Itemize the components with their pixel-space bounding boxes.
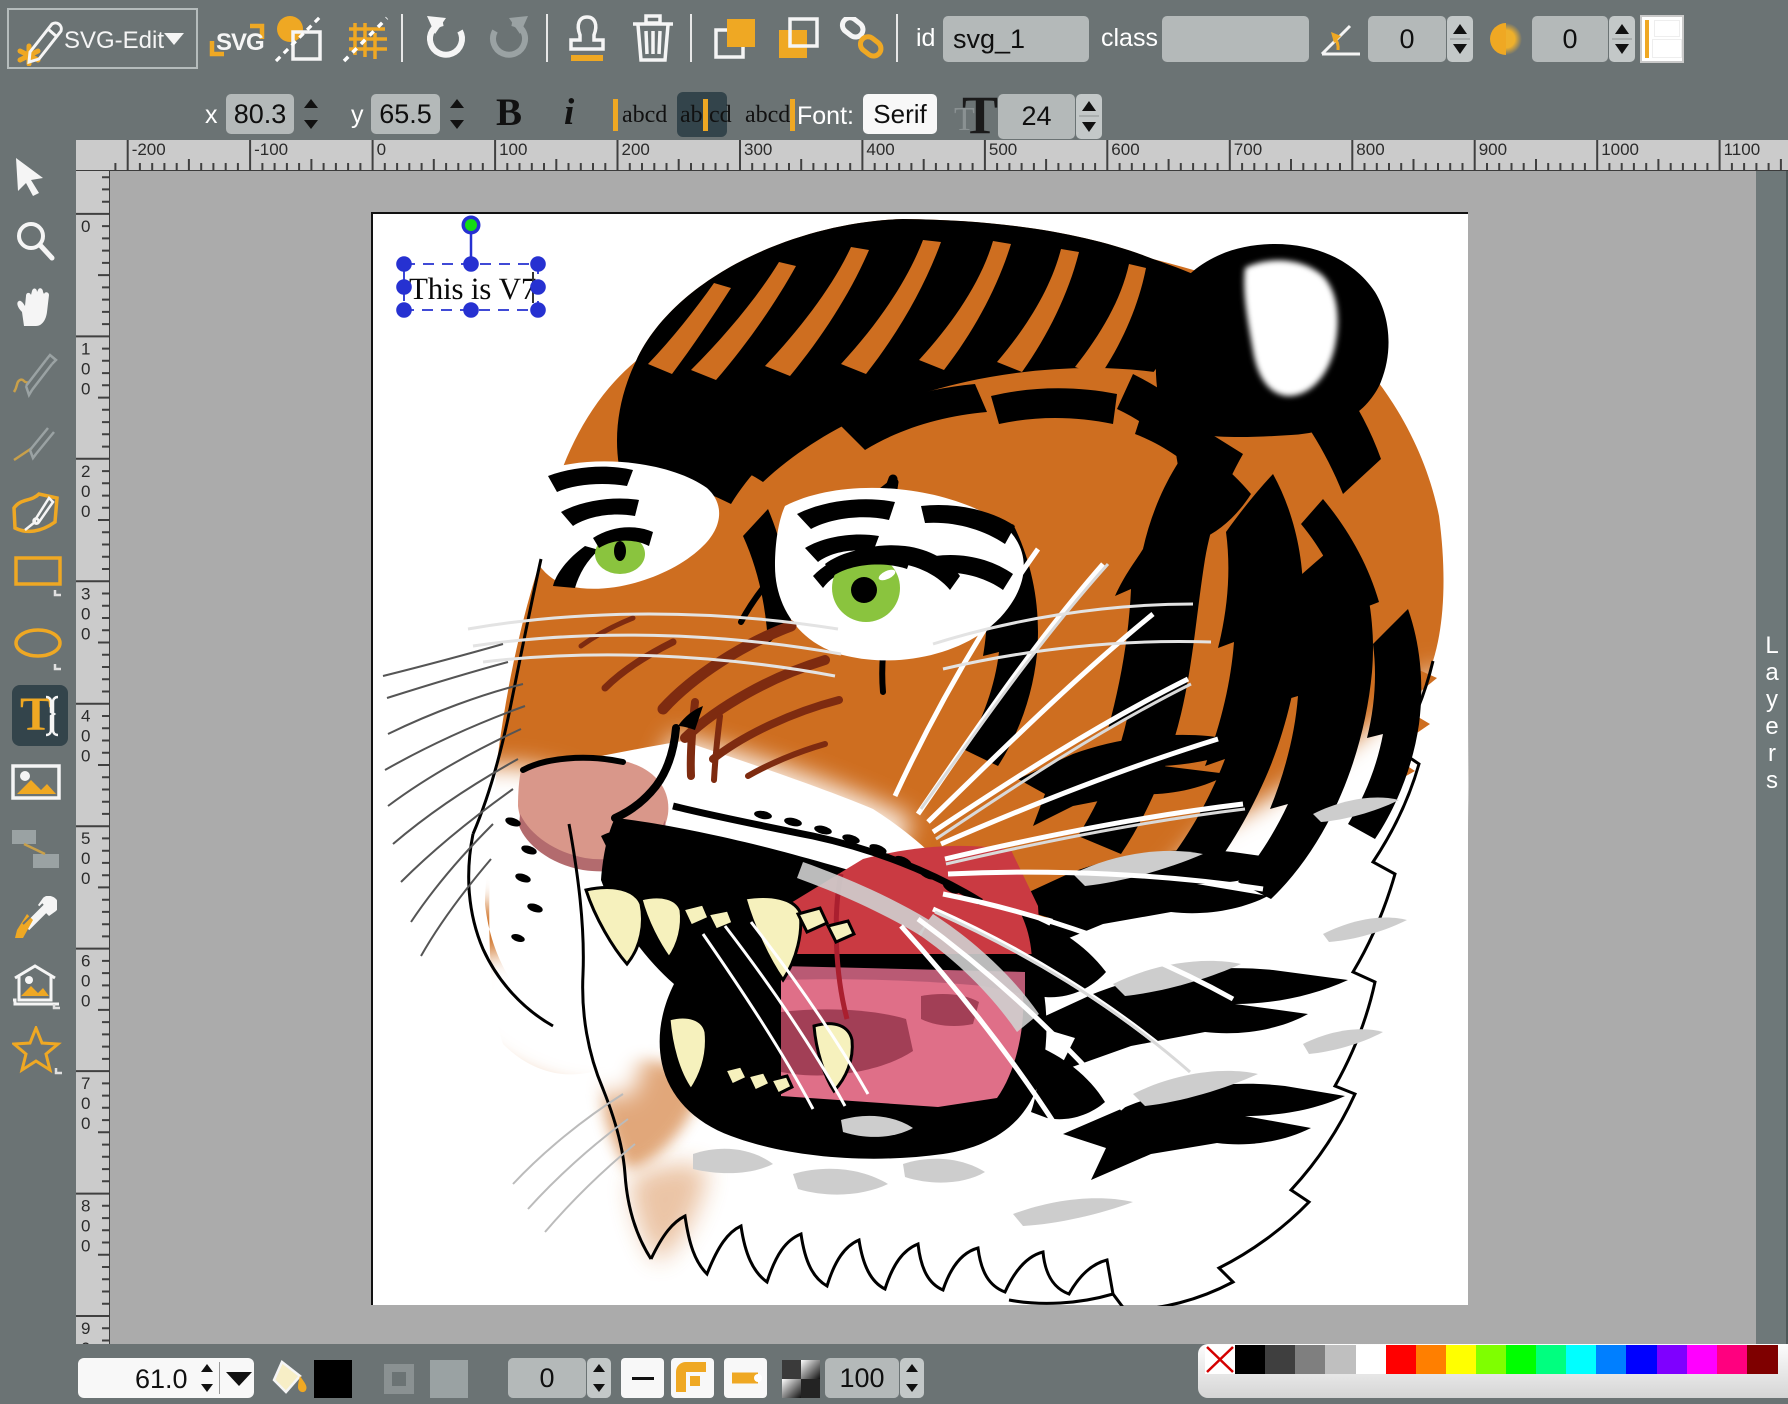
svg-text:0: 0: [81, 1237, 90, 1256]
svg-text:3: 3: [81, 584, 90, 603]
svg-text:0: 0: [81, 217, 90, 236]
svg-text:5: 5: [81, 829, 90, 848]
svg-text:700: 700: [1234, 140, 1262, 159]
svg-text:0: 0: [81, 992, 90, 1011]
svg-text:0: 0: [81, 849, 90, 868]
svg-text:300: 300: [744, 140, 772, 159]
svg-text:400: 400: [866, 140, 894, 159]
svg-text:0: 0: [81, 502, 90, 521]
svg-text:0: 0: [81, 604, 90, 623]
svg-text:0: 0: [81, 747, 90, 766]
svg-text:200: 200: [622, 140, 650, 159]
svg-text:2: 2: [81, 462, 90, 481]
svg-text:1100: 1100: [1724, 140, 1761, 159]
svg-text:100: 100: [499, 140, 527, 159]
svg-text:7: 7: [81, 1074, 90, 1093]
svg-text:0: 0: [81, 482, 90, 501]
svg-text:8: 8: [81, 1197, 90, 1216]
svg-text:0: 0: [81, 379, 90, 398]
svg-text:0: 0: [81, 359, 90, 378]
svg-text:0: 0: [81, 727, 90, 746]
svg-text:9: 9: [81, 1319, 90, 1338]
svg-text:SVG: SVG: [216, 29, 264, 56]
svg-text:-100: -100: [254, 140, 288, 159]
svg-text:500: 500: [989, 140, 1017, 159]
svg-text:0: 0: [81, 1094, 90, 1113]
svg-text:0: 0: [81, 869, 90, 888]
svg-text:900: 900: [1479, 140, 1507, 159]
svg-text:6: 6: [81, 952, 90, 971]
svg-text:0: 0: [81, 1114, 90, 1133]
svg-text:0: 0: [81, 1217, 90, 1236]
svg-text:0: 0: [377, 140, 386, 159]
svg-text:0: 0: [81, 624, 90, 643]
svg-text:0: 0: [81, 972, 90, 991]
svg-text:600: 600: [1111, 140, 1139, 159]
svg-text:4: 4: [81, 707, 90, 726]
svg-text:-200: -200: [132, 140, 166, 159]
svg-text:800: 800: [1356, 140, 1384, 159]
svg-text:1: 1: [81, 339, 90, 358]
svg-text:1000: 1000: [1601, 140, 1639, 159]
